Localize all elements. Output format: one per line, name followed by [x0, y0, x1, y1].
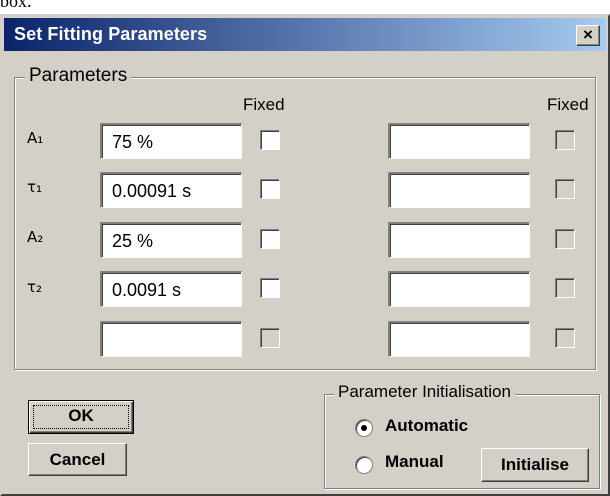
manual-radio-label: Manual	[385, 452, 444, 471]
param-label-a2: A₂	[27, 228, 44, 246]
param-label-tau2: τ₂	[27, 278, 43, 296]
cancel-button[interactable]: Cancel	[28, 443, 127, 476]
param-value-tau2-field[interactable]: 0.0091 s	[100, 271, 242, 307]
right-value-field-5[interactable]	[388, 321, 530, 357]
right-value-field-3[interactable]	[388, 222, 530, 258]
dialog-title: Set Fitting Parameters	[14, 24, 208, 44]
page-caption: box.	[0, 0, 32, 11]
ok-button[interactable]: OK	[28, 400, 134, 434]
automatic-radio-dot	[361, 425, 367, 431]
close-button[interactable]: ×	[576, 25, 600, 46]
ok-focus-ring	[33, 405, 129, 429]
set-fitting-parameters-dialog: Set Fitting Parameters × Parameters Fixe…	[0, 14, 610, 496]
fixed-checkbox-tau2[interactable]	[260, 278, 280, 298]
parameter-initialisation-label: Parameter Initialisation	[334, 382, 515, 402]
param-value-a1-field[interactable]: 75 %	[100, 123, 242, 159]
automatic-radio-label: Automatic	[385, 416, 469, 435]
right-fixed-checkbox-5[interactable]	[555, 328, 575, 348]
close-icon: ×	[583, 25, 593, 44]
right-fixed-checkbox-1[interactable]	[555, 130, 575, 150]
param-value-tau1-field[interactable]: 0.00091 s	[100, 172, 242, 208]
right-fixed-checkbox-4[interactable]	[555, 278, 575, 298]
fixed-header-left: Fixed	[243, 95, 285, 114]
right-fixed-checkbox-2[interactable]	[555, 179, 575, 199]
initialise-button-label: Initialise	[500, 455, 570, 474]
title-bar: Set Fitting Parameters ×	[4, 18, 606, 51]
fixed-checkbox-5[interactable]	[260, 328, 280, 348]
fixed-checkbox-a1[interactable]	[260, 130, 280, 150]
right-value-field-1[interactable]	[388, 123, 530, 159]
param-label-tau1: τ₁	[27, 178, 43, 196]
param-label-a1: A₁	[27, 129, 44, 147]
parameters-group-label: Parameters	[25, 65, 132, 87]
right-value-field-2[interactable]	[388, 172, 530, 208]
cancel-button-label: Cancel	[49, 450, 106, 469]
param-value-a2-field[interactable]: 25 %	[100, 222, 242, 258]
initialise-button[interactable]: Initialise	[481, 448, 589, 482]
param-value-field-5[interactable]	[100, 321, 242, 357]
fixed-checkbox-tau1[interactable]	[260, 179, 280, 199]
right-value-field-4[interactable]	[388, 271, 530, 307]
right-fixed-checkbox-3[interactable]	[555, 229, 575, 249]
fixed-checkbox-a2[interactable]	[260, 229, 280, 249]
fixed-header-right: Fixed	[547, 95, 589, 114]
manual-radio[interactable]	[355, 456, 373, 474]
automatic-radio[interactable]	[355, 419, 373, 437]
